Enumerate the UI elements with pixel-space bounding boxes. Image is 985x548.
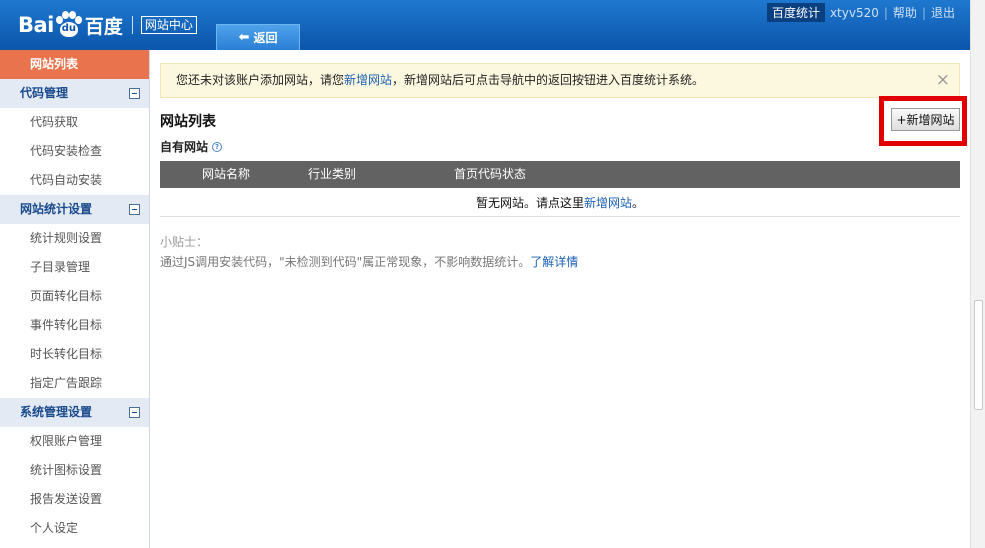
sidebar-item-permissions[interactable]: 权限账户管理 <box>0 427 149 456</box>
collapse-icon[interactable] <box>129 407 140 418</box>
table-header: 网站名称 行业类别 首页代码状态 <box>160 161 960 188</box>
collapse-icon[interactable] <box>129 204 140 215</box>
notice-add-site-link[interactable]: 新增网站 <box>344 73 392 87</box>
sidebar-group-stat-settings[interactable]: 网站统计设置 <box>0 195 149 224</box>
tips-body: 通过JS调用安装代码，"未检测到代码"属正常现象，不影响数据统计。了解详情 <box>160 253 578 270</box>
logo-divider <box>131 16 133 34</box>
notice-banner: 您还未对该账户添加网站，请您新增网站，新增网站后可点击导航中的返回按钮进入百度统… <box>160 63 960 98</box>
sidebar-group-code[interactable]: 代码管理 <box>0 79 149 108</box>
sidebar-item-site-list[interactable]: 网站列表 <box>0 50 149 79</box>
site-center-label: 网站中心 <box>140 16 197 34</box>
nav-logout[interactable]: 退出 <box>926 3 960 22</box>
back-button-label: 返回 <box>253 31 278 45</box>
empty-table-row: 暂无网站。请点这里新增网站。 <box>160 189 960 217</box>
sidebar-item-icon-settings[interactable]: 统计图标设置 <box>0 456 149 485</box>
notice-text: 您还未对该账户添加网站，请您 <box>176 73 345 87</box>
back-button[interactable]: ⬅ 返回 <box>216 24 300 50</box>
tips-title: 小贴士： <box>160 235 209 249</box>
close-icon[interactable]: × <box>936 64 950 97</box>
column-site-name: 网站名称 <box>202 167 251 181</box>
empty-text: 暂无网站。请点这里 <box>475 196 584 210</box>
vertical-scrollbar[interactable] <box>970 0 985 548</box>
logo-text-bai: Bai <box>18 13 54 37</box>
empty-text-end: 。 <box>632 196 645 210</box>
notice-text: ，新增网站后可点击导航中的返回按钮进入百度统计系统。 <box>392 73 705 87</box>
own-sites-label: 自有网站 <box>160 140 209 154</box>
sidebar-item-duration-goal[interactable]: 时长转化目标 <box>0 340 149 369</box>
add-site-button[interactable]: +新增网站 <box>891 108 960 131</box>
column-industry: 行业类别 <box>308 167 357 181</box>
sidebar-item-install-check[interactable]: 代码安装检查 <box>0 137 149 166</box>
sidebar-group-label: 代码管理 <box>20 86 69 100</box>
sidebar-item-personal[interactable]: 个人设定 <box>0 514 149 543</box>
scrollbar-thumb[interactable] <box>974 300 983 410</box>
nav-username[interactable]: xtyv520 <box>825 5 884 21</box>
tips-text: 通过JS调用安装代码，"未检测到代码"属正常现象，不影响数据统计。 <box>160 255 531 269</box>
sidebar-group-label: 系统管理设置 <box>20 405 93 419</box>
sidebar-item-stat-rules[interactable]: 统计规则设置 <box>0 224 149 253</box>
baidu-logo[interactable]: Bai du 百度 网站中心 <box>18 10 197 40</box>
column-code-status: 首页代码状态 <box>454 167 527 181</box>
sidebar: 网站列表 代码管理 代码获取 代码安装检查 代码自动安装 网站统计设置 统计规则… <box>0 50 150 548</box>
sidebar-item-auto-install[interactable]: 代码自动安装 <box>0 166 149 195</box>
sidebar-item-subdir[interactable]: 子目录管理 <box>0 253 149 282</box>
arrow-left-icon: ⬅ <box>238 30 250 45</box>
sidebar-item-page-goal[interactable]: 页面转化目标 <box>0 282 149 311</box>
page-title: 网站列表 <box>160 114 216 130</box>
own-sites-heading: 自有网站 ? <box>160 138 223 155</box>
sidebar-item-event-goal[interactable]: 事件转化目标 <box>0 311 149 340</box>
sidebar-group-label: 网站统计设置 <box>20 202 93 216</box>
top-nav: 百度统计 xtyv520 | 帮助 | 退出 <box>766 3 960 22</box>
top-header: Bai du 百度 网站中心 ⬅ 返回 百度统计 xtyv520 | 帮助 | … <box>0 0 970 50</box>
sidebar-item-ad-tracking[interactable]: 指定广告跟踪 <box>0 369 149 398</box>
sidebar-item-report-settings[interactable]: 报告发送设置 <box>0 485 149 514</box>
sidebar-group-system[interactable]: 系统管理设置 <box>0 398 149 427</box>
learn-more-link[interactable]: 了解详情 <box>530 255 578 269</box>
nav-help[interactable]: 帮助 <box>888 3 922 22</box>
sidebar-item-get-code[interactable]: 代码获取 <box>0 108 149 137</box>
paw-icon: du <box>55 11 83 39</box>
collapse-icon[interactable] <box>129 88 140 99</box>
logo-text-baidu: 百度 <box>84 15 123 38</box>
help-icon[interactable]: ? <box>212 141 223 152</box>
nav-baidu-tongji[interactable]: 百度统计 <box>766 3 825 22</box>
empty-add-site-link[interactable]: 新增网站 <box>584 196 632 210</box>
logo-text-du: du <box>61 23 77 34</box>
